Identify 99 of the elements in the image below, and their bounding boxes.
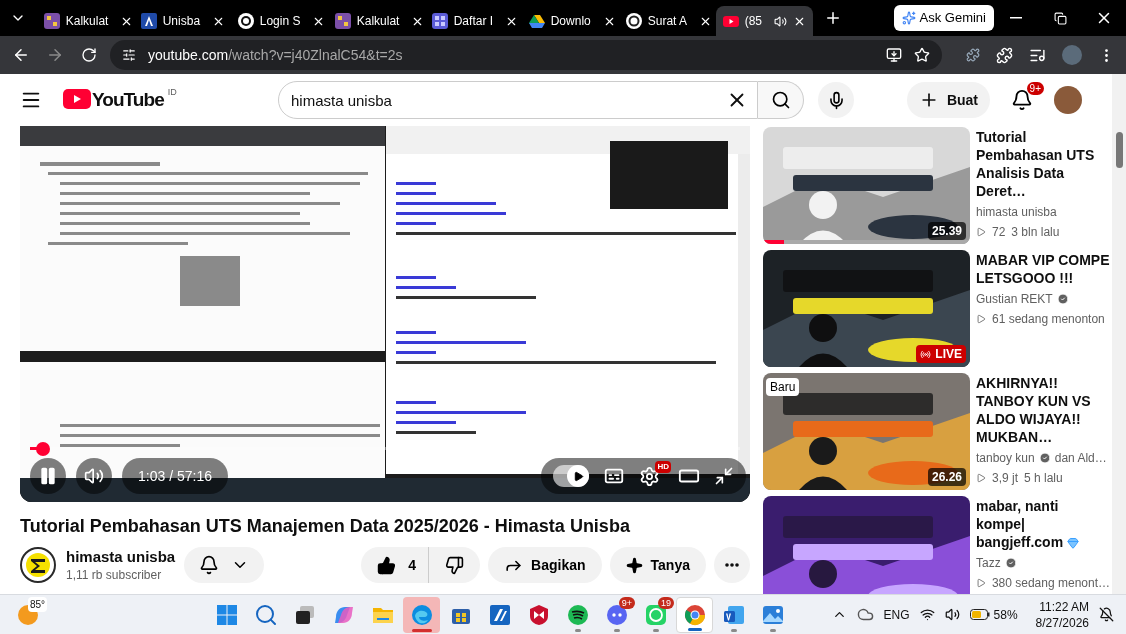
views-icon: [976, 314, 986, 324]
account-avatar[interactable]: [1054, 86, 1082, 114]
start-icon: [214, 602, 239, 627]
volume-button[interactable]: [76, 458, 112, 494]
site-icon: [237, 13, 254, 29]
reload-icon: [81, 47, 97, 63]
minimize-icon: [1010, 17, 1022, 19]
video-title[interactable]: AKHIRNYA!! TANBOY KUN VS ALDO WIJAYA!! MUKBAN…: [976, 374, 1110, 446]
views-icon: [976, 473, 986, 483]
video-title: Tutorial Pembahasan UTS Manajemen Data 2025/2026 - Himasta Unisba: [20, 515, 631, 538]
live-badge: LIVE: [916, 345, 966, 363]
more-icon: [725, 563, 739, 567]
create-button[interactable]: Buat: [906, 82, 990, 118]
site-icon: [431, 13, 448, 29]
site-icon: [140, 13, 157, 29]
thumbs-down-icon: [445, 555, 465, 575]
language-indicator[interactable]: ENG: [883, 605, 910, 624]
video-stat: 72: [992, 224, 1006, 241]
notification-center-icon[interactable]: [1099, 607, 1114, 622]
sparkle-icon: [625, 556, 643, 574]
battery-icon: [969, 609, 990, 620]
search-icon: [770, 90, 791, 110]
thumbs-up-icon: [377, 555, 397, 575]
views-icon: [976, 578, 986, 588]
forward-arrow-icon: [46, 46, 64, 64]
extensions-icon[interactable]: [996, 46, 1013, 64]
duration-badge: 25.39: [927, 222, 966, 240]
play-icon: [572, 470, 584, 482]
subscription-bell-button[interactable]: [184, 547, 264, 583]
battery-percent: 58%: [993, 606, 1018, 624]
search-field[interactable]: himasta unisba: [278, 81, 758, 119]
video-stat: 5 h lalu: [1024, 470, 1063, 487]
site-icon: [625, 13, 642, 29]
video-title[interactable]: mabar, nanti kompe| bangjeff.com: [976, 497, 1110, 551]
site-icon: [722, 13, 739, 29]
app-icon: [487, 602, 512, 627]
new-badge: Baru: [766, 378, 800, 396]
autoplay-toggle[interactable]: [553, 465, 589, 487]
bookmark-star-icon[interactable]: [914, 47, 930, 63]
site-icon: [528, 13, 545, 29]
broadcast-icon: [920, 348, 932, 360]
volume-icon[interactable]: [944, 607, 960, 622]
notification-badge: 9+: [618, 596, 635, 609]
wifi-icon[interactable]: [919, 607, 935, 622]
video-stat: 61 sedang menonton: [992, 311, 1105, 328]
region-label: ID: [167, 85, 177, 99]
settings-button[interactable]: [639, 465, 660, 487]
taskbar-app-button[interactable]: 19: [637, 596, 674, 633]
search-icon: [253, 602, 278, 627]
video-title[interactable]: Tutorial Pembahasan UTS Analisis Data Deret…: [976, 128, 1110, 200]
share-button[interactable]: Bagikan: [488, 547, 602, 583]
voice-search-button[interactable]: [818, 82, 854, 118]
duration-badge: 26.26: [927, 468, 966, 486]
wave-icon: [409, 602, 434, 627]
gemini-button[interactable]: Ask Gemini: [893, 5, 994, 31]
video-stat: 380 sedang menont…: [991, 575, 1110, 592]
taskbar-app-button[interactable]: 9+: [598, 596, 635, 633]
video-stat: 3,9 jt: [992, 470, 1018, 487]
page-scrollbar[interactable]: [1112, 74, 1126, 594]
audio-icon[interactable]: [774, 14, 788, 28]
channel-name[interactable]: tanboy kun: [976, 449, 1035, 467]
collapse-icon: [714, 466, 734, 486]
extension-icon[interactable]: [966, 48, 980, 62]
restore-icon: [1053, 11, 1067, 25]
views-icon: [976, 227, 986, 237]
video-title[interactable]: MABAR VIP COMPE LETSGOOO !!!: [976, 251, 1110, 287]
channel-avatar[interactable]: [20, 547, 56, 583]
channel-name[interactable]: himasta unisba: [66, 547, 184, 567]
browser-app-icon: [682, 602, 707, 627]
settings-icon: [639, 465, 660, 487]
site-icon: [334, 13, 351, 29]
browser-tab[interactable]: (85: [715, 6, 813, 36]
channel-extra: dan Ald…: [1054, 450, 1107, 467]
site-logo-text[interactable]: YouTube: [92, 85, 164, 115]
temperature: 85°: [28, 596, 48, 612]
exit-fullscreen-button[interactable]: [714, 466, 734, 486]
video-stat: 3 bln lalu: [1011, 224, 1060, 241]
notification-badge: 19: [658, 596, 674, 609]
search-button[interactable]: [758, 81, 804, 119]
site-settings-icon[interactable]: [122, 48, 136, 62]
install-icon[interactable]: [886, 47, 902, 63]
clock[interactable]: 11:22 AM 8/27/2026: [1035, 598, 1089, 631]
pause-button[interactable]: [30, 458, 66, 494]
ask-button[interactable]: Tanya: [609, 547, 706, 583]
bell-icon: [199, 555, 219, 575]
site-icon: [43, 13, 60, 29]
cloud-sync-icon[interactable]: [856, 606, 874, 623]
channel-name[interactable]: himasta unisba: [976, 203, 1057, 221]
progress-slider[interactable]: [30, 442, 740, 456]
volume-icon: [84, 466, 104, 486]
subscriber-count: 1,11 rb subscriber: [66, 567, 163, 583]
channel-name[interactable]: Gustian REKT: [976, 290, 1053, 308]
music-app-icon: [565, 602, 590, 627]
pause-icon: [38, 466, 58, 486]
notification-count: 9+: [1026, 82, 1044, 95]
channel-name[interactable]: Tazz: [976, 554, 1001, 572]
logo-icon[interactable]: [63, 88, 91, 109]
sparkle-icon: [901, 11, 916, 25]
more-actions-button[interactable]: [714, 547, 750, 583]
